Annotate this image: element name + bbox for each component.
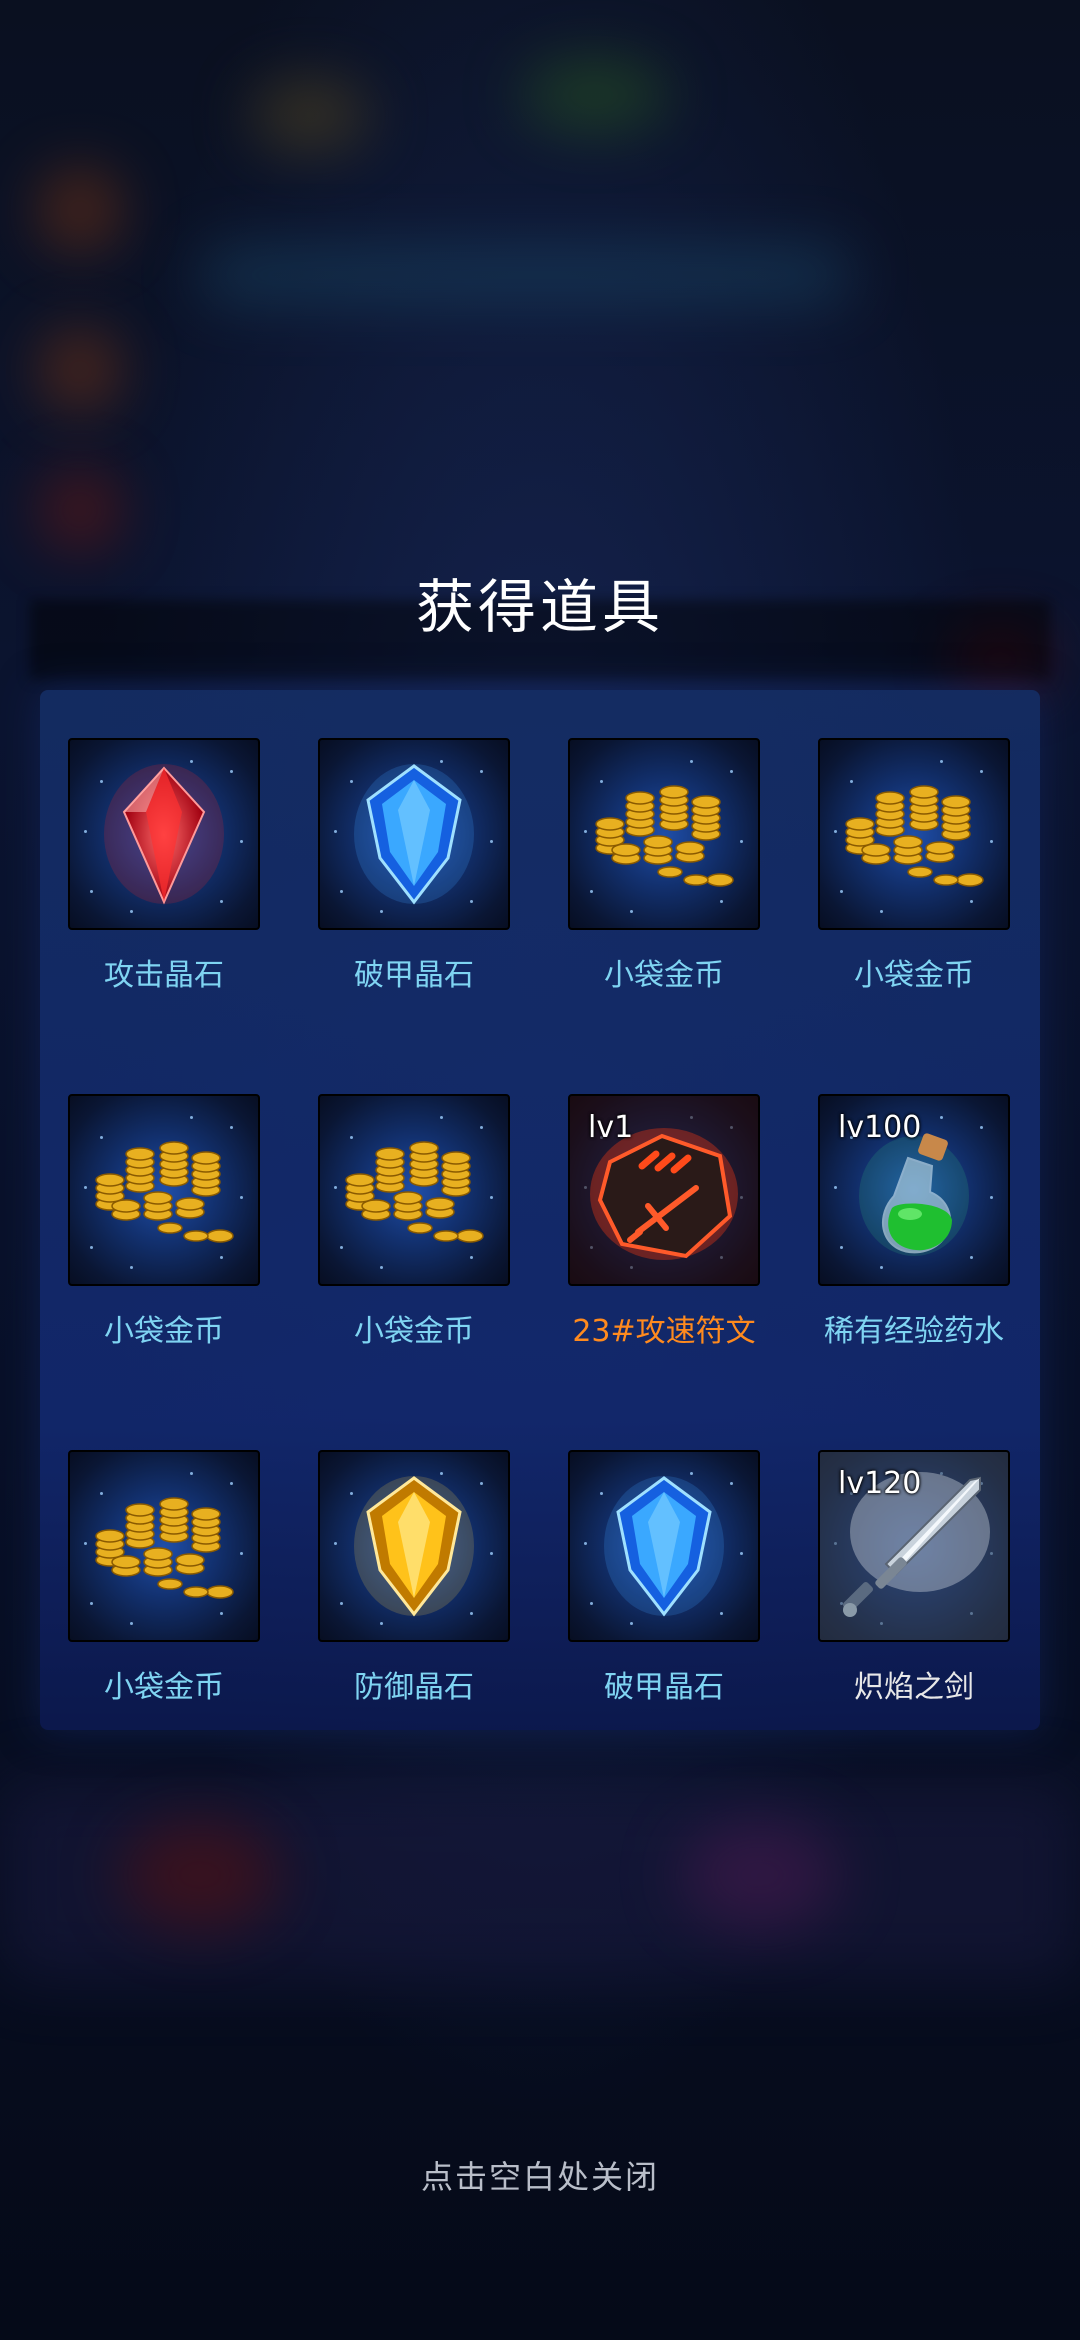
reward-item[interactable]: 小袋金币 xyxy=(568,738,760,994)
reward-item[interactable]: 破甲晶石 xyxy=(568,1450,760,1706)
item-tile[interactable]: lv100 xyxy=(818,1094,1010,1286)
item-name: 小袋金币 xyxy=(604,958,724,993)
item-tile[interactable] xyxy=(568,738,760,930)
reward-item[interactable]: lv120 炽焰之剑 xyxy=(818,1450,1010,1706)
item-name: 破甲晶石 xyxy=(354,958,474,993)
reward-item[interactable]: 破甲晶石 xyxy=(318,738,510,994)
game-screen[interactable]: 获得道具 攻击晶石 破甲晶石 小袋金币 小袋金币 小袋金币 小袋金币 lv1 2… xyxy=(0,0,1080,2340)
backdrop-blur xyxy=(680,1820,840,1930)
item-name: 炽焰之剑 xyxy=(854,1670,974,1705)
backdrop-blur xyxy=(40,170,120,250)
item-tile[interactable] xyxy=(68,1094,260,1286)
backdrop-blur xyxy=(40,330,120,410)
reward-item[interactable]: lv100 稀有经验药水 xyxy=(818,1094,1010,1350)
reward-item[interactable]: 防御晶石 xyxy=(318,1450,510,1706)
item-tile[interactable] xyxy=(318,1450,510,1642)
backdrop-blur xyxy=(250,80,370,150)
item-tile[interactable] xyxy=(318,1094,510,1286)
close-hint[interactable]: 点击空白处关闭 xyxy=(0,2152,1080,2198)
item-tile[interactable]: lv1 xyxy=(568,1094,760,1286)
reward-item[interactable]: lv1 23#攻速符文 xyxy=(568,1094,760,1350)
item-tile[interactable] xyxy=(318,738,510,930)
item-name: 23#攻速符文 xyxy=(572,1314,756,1349)
item-level: lv120 xyxy=(838,1466,922,1501)
backdrop-blur xyxy=(200,250,850,300)
item-name: 小袋金币 xyxy=(104,1314,224,1349)
item-level: lv100 xyxy=(838,1110,922,1145)
backdrop-blur xyxy=(40,470,120,550)
item-tile[interactable] xyxy=(568,1450,760,1642)
item-name: 小袋金币 xyxy=(104,1670,224,1705)
item-name: 攻击晶石 xyxy=(104,958,224,993)
reward-item[interactable]: 小袋金币 xyxy=(68,1094,260,1350)
item-tile[interactable]: lv120 xyxy=(818,1450,1010,1642)
reward-item[interactable]: 攻击晶石 xyxy=(68,738,260,994)
dialog-title: 获得道具 xyxy=(415,573,664,641)
item-name: 破甲晶石 xyxy=(604,1670,724,1705)
item-level: lv1 xyxy=(588,1110,634,1145)
reward-item[interactable]: 小袋金币 xyxy=(818,738,1010,994)
reward-item[interactable]: 小袋金币 xyxy=(68,1450,260,1706)
item-tile[interactable] xyxy=(818,738,1010,930)
item-name: 防御晶石 xyxy=(354,1670,474,1705)
item-name: 小袋金币 xyxy=(854,958,974,993)
item-name: 稀有经验药水 xyxy=(824,1314,1004,1349)
reward-item[interactable]: 小袋金币 xyxy=(318,1094,510,1350)
backdrop-blur xyxy=(120,1820,280,1930)
item-name: 小袋金币 xyxy=(354,1314,474,1349)
rewards-grid: 攻击晶石 破甲晶石 小袋金币 小袋金币 小袋金币 小袋金币 lv1 23#攻速符… xyxy=(68,738,1018,1706)
item-tile[interactable] xyxy=(68,738,260,930)
backdrop-blur xyxy=(520,60,670,130)
item-tile[interactable] xyxy=(68,1450,260,1642)
